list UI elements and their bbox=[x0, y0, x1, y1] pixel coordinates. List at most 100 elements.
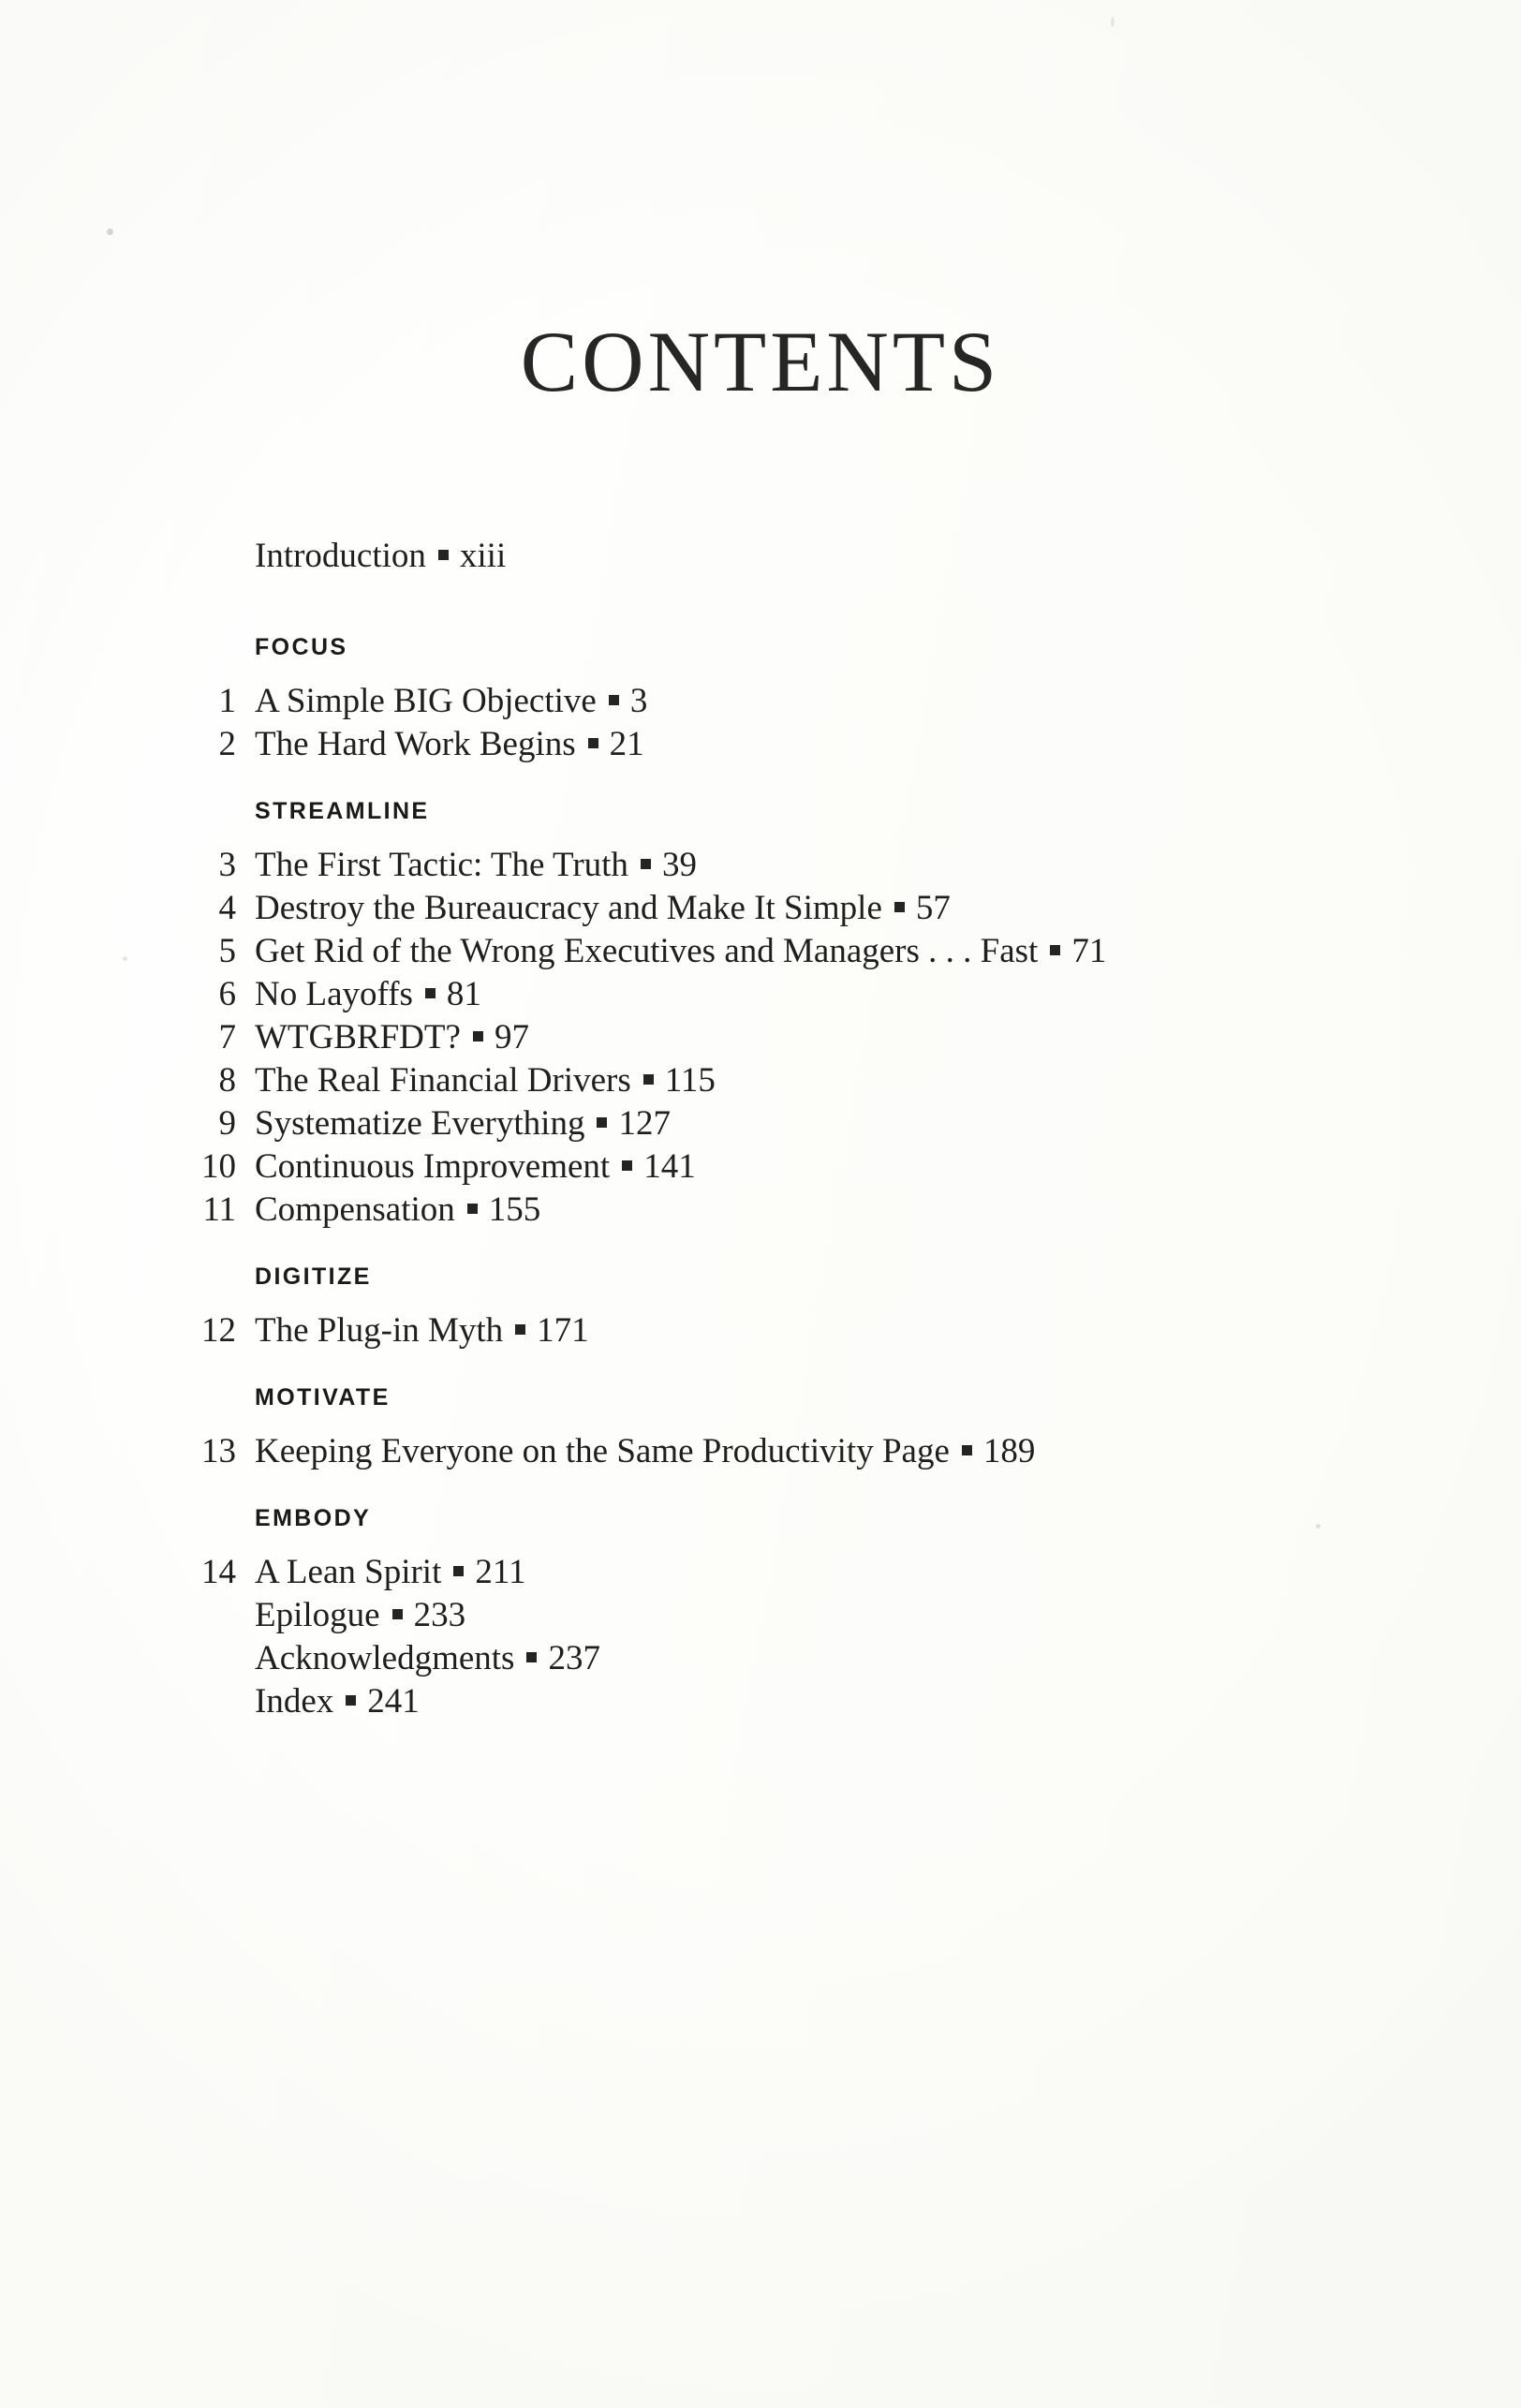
square-bullet-icon bbox=[472, 1031, 483, 1041]
entry-title-cell: The First Tactic: The Truth 39 bbox=[255, 848, 697, 882]
toc-entry-index[interactable]: Index 241 bbox=[178, 1684, 1358, 1727]
toc-entry-chapter-9[interactable]: 9 Systematize Everything 127 bbox=[178, 1106, 1358, 1149]
toc-entry-introduction[interactable]: Introduction xiii bbox=[178, 539, 1358, 582]
square-bullet-icon bbox=[642, 1074, 654, 1085]
entry-number: 3 bbox=[218, 846, 237, 884]
entry-label: Keeping Everyone on the Same Productivit… bbox=[255, 1432, 950, 1470]
toc-entry-chapter-5[interactable]: 5 Get Rid of the Wrong Executives and Ma… bbox=[178, 934, 1358, 977]
entry-label: WTGBRFDT? bbox=[255, 1018, 461, 1056]
entry-page-number: 115 bbox=[664, 1061, 716, 1100]
entry-page-number: 141 bbox=[643, 1147, 696, 1186]
entry-label: Get Rid of the Wrong Executives and Mana… bbox=[255, 932, 1039, 970]
entry-label: The Hard Work Begins bbox=[255, 725, 576, 763]
part-heading-focus: FOCUS bbox=[255, 634, 348, 660]
toc-entry-chapter-7[interactable]: 7 WTGBRFDT? 97 bbox=[178, 1020, 1358, 1063]
entry-number: 14 bbox=[201, 1553, 236, 1591]
toc-entry-chapter-14[interactable]: 14 A Lean Spirit 211 bbox=[178, 1555, 1358, 1598]
entry-page-number: 171 bbox=[537, 1311, 589, 1350]
entry-label: A Simple BIG Objective bbox=[255, 682, 597, 720]
entry-number: 4 bbox=[218, 889, 237, 927]
entry-label: Acknowledgments bbox=[255, 1639, 515, 1677]
entry-label: Introduction bbox=[255, 537, 426, 575]
entry-title-cell: Systematize Everything 127 bbox=[255, 1106, 671, 1141]
entry-page-number: 155 bbox=[488, 1190, 541, 1229]
square-bullet-icon bbox=[466, 1204, 478, 1214]
toc-entry-chapter-10[interactable]: 10 Continuous Improvement 141 bbox=[178, 1149, 1358, 1192]
entry-page-number: 127 bbox=[618, 1104, 671, 1143]
entry-title-cell: No Layoffs 81 bbox=[255, 977, 481, 1012]
entry-page-number: 39 bbox=[661, 846, 697, 884]
toc-entry-acknowledgments[interactable]: Acknowledgments 237 bbox=[178, 1641, 1358, 1684]
entry-title-cell: Get Rid of the Wrong Executives and Mana… bbox=[255, 934, 1106, 968]
toc-entry-chapter-6[interactable]: 6 No Layoffs 81 bbox=[178, 977, 1358, 1020]
entry-label: A Lean Spirit bbox=[255, 1553, 442, 1591]
entry-number: 12 bbox=[201, 1311, 236, 1350]
square-bullet-icon bbox=[640, 859, 651, 869]
entry-title-cell: The Hard Work Begins 21 bbox=[255, 727, 644, 761]
entry-title-cell: Index 241 bbox=[255, 1684, 420, 1719]
entry-label: The Real Financial Drivers bbox=[255, 1061, 631, 1100]
entry-number: 7 bbox=[218, 1018, 237, 1056]
entry-title-cell: A Lean Spirit 211 bbox=[255, 1555, 526, 1589]
entry-page-number: 57 bbox=[915, 889, 951, 927]
entry-number: 1 bbox=[218, 682, 237, 720]
entry-number: 10 bbox=[201, 1147, 236, 1186]
entry-page-number: xiii bbox=[459, 537, 507, 575]
part-heading-embody: EMBODY bbox=[255, 1505, 372, 1531]
entry-page-number: 233 bbox=[413, 1596, 466, 1634]
entry-label: Continuous Improvement bbox=[255, 1147, 611, 1186]
square-bullet-icon bbox=[597, 1117, 608, 1128]
entry-number: 8 bbox=[218, 1061, 237, 1100]
toc-list: Introduction xiii FOCUS 1 A Simple BIG Ob… bbox=[178, 539, 1358, 1727]
entry-title-cell: A Simple BIG Objective 3 bbox=[255, 684, 647, 718]
square-bullet-icon bbox=[424, 988, 436, 998]
square-bullet-icon bbox=[391, 1609, 403, 1619]
square-bullet-icon bbox=[437, 550, 449, 560]
toc-entry-epilogue[interactable]: Epilogue 233 bbox=[178, 1598, 1358, 1641]
entry-label: Epilogue bbox=[255, 1596, 380, 1634]
square-bullet-icon bbox=[1050, 945, 1061, 955]
entry-number: 13 bbox=[201, 1432, 236, 1470]
entry-number: 5 bbox=[218, 932, 237, 970]
part-heading-motivate: MOTIVATE bbox=[255, 1384, 391, 1411]
entry-number: 11 bbox=[202, 1190, 236, 1229]
entry-page-number: 71 bbox=[1071, 932, 1107, 970]
entry-title-cell: Continuous Improvement 141 bbox=[255, 1149, 696, 1184]
entry-label: Destroy the Bureaucracy and Make It Simp… bbox=[255, 889, 882, 927]
square-bullet-icon bbox=[526, 1652, 538, 1662]
entry-page-number: 237 bbox=[548, 1639, 600, 1677]
entry-title-cell: Compensation 155 bbox=[255, 1192, 540, 1227]
entry-title-cell: The Real Financial Drivers 115 bbox=[255, 1063, 716, 1098]
entry-page-number: 81 bbox=[446, 975, 481, 1013]
toc-page: CONTENTS Introduction xiii FOCUS 1 A Simp… bbox=[0, 0, 1521, 2408]
entry-page-number: 241 bbox=[367, 1682, 420, 1721]
square-bullet-icon bbox=[622, 1160, 633, 1171]
square-bullet-icon bbox=[515, 1324, 526, 1335]
entry-label: Systematize Everything bbox=[255, 1104, 585, 1143]
entry-title-cell: Destroy the Bureaucracy and Make It Simp… bbox=[255, 891, 951, 925]
entry-label: No Layoffs bbox=[255, 975, 413, 1013]
toc-entry-chapter-13[interactable]: 13 Keeping Everyone on the Same Producti… bbox=[178, 1434, 1358, 1477]
square-bullet-icon bbox=[587, 738, 598, 748]
entry-number: 2 bbox=[218, 725, 237, 763]
entry-label: Index bbox=[255, 1682, 334, 1721]
toc-entry-chapter-11[interactable]: 11 Compensation 155 bbox=[178, 1192, 1358, 1235]
entry-page-number: 211 bbox=[475, 1553, 526, 1591]
entry-title-cell: The Plug-in Myth 171 bbox=[255, 1313, 589, 1348]
toc-entry-chapter-3[interactable]: 3 The First Tactic: The Truth 39 bbox=[178, 848, 1358, 891]
entry-title-cell: Introduction xiii bbox=[255, 539, 506, 573]
entry-page-number: 21 bbox=[609, 725, 644, 763]
toc-entry-chapter-4[interactable]: 4 Destroy the Bureaucracy and Make It Si… bbox=[178, 891, 1358, 934]
entry-number: 9 bbox=[218, 1104, 237, 1143]
part-heading-digitize: DIGITIZE bbox=[255, 1263, 372, 1290]
toc-entry-chapter-12[interactable]: 12 The Plug-in Myth 171 bbox=[178, 1313, 1358, 1356]
entry-title-cell: WTGBRFDT? 97 bbox=[255, 1020, 529, 1055]
entry-label: Compensation bbox=[255, 1190, 455, 1229]
entry-label: The Plug-in Myth bbox=[255, 1311, 504, 1350]
square-bullet-icon bbox=[346, 1695, 357, 1706]
entry-title-cell: Epilogue 233 bbox=[255, 1598, 465, 1632]
toc-entry-chapter-1[interactable]: 1 A Simple BIG Objective 3 bbox=[178, 684, 1358, 727]
toc-entry-chapter-2[interactable]: 2 The Hard Work Begins 21 bbox=[178, 727, 1358, 770]
page-title: CONTENTS bbox=[520, 314, 1001, 409]
toc-entry-chapter-8[interactable]: 8 The Real Financial Drivers 115 bbox=[178, 1063, 1358, 1106]
